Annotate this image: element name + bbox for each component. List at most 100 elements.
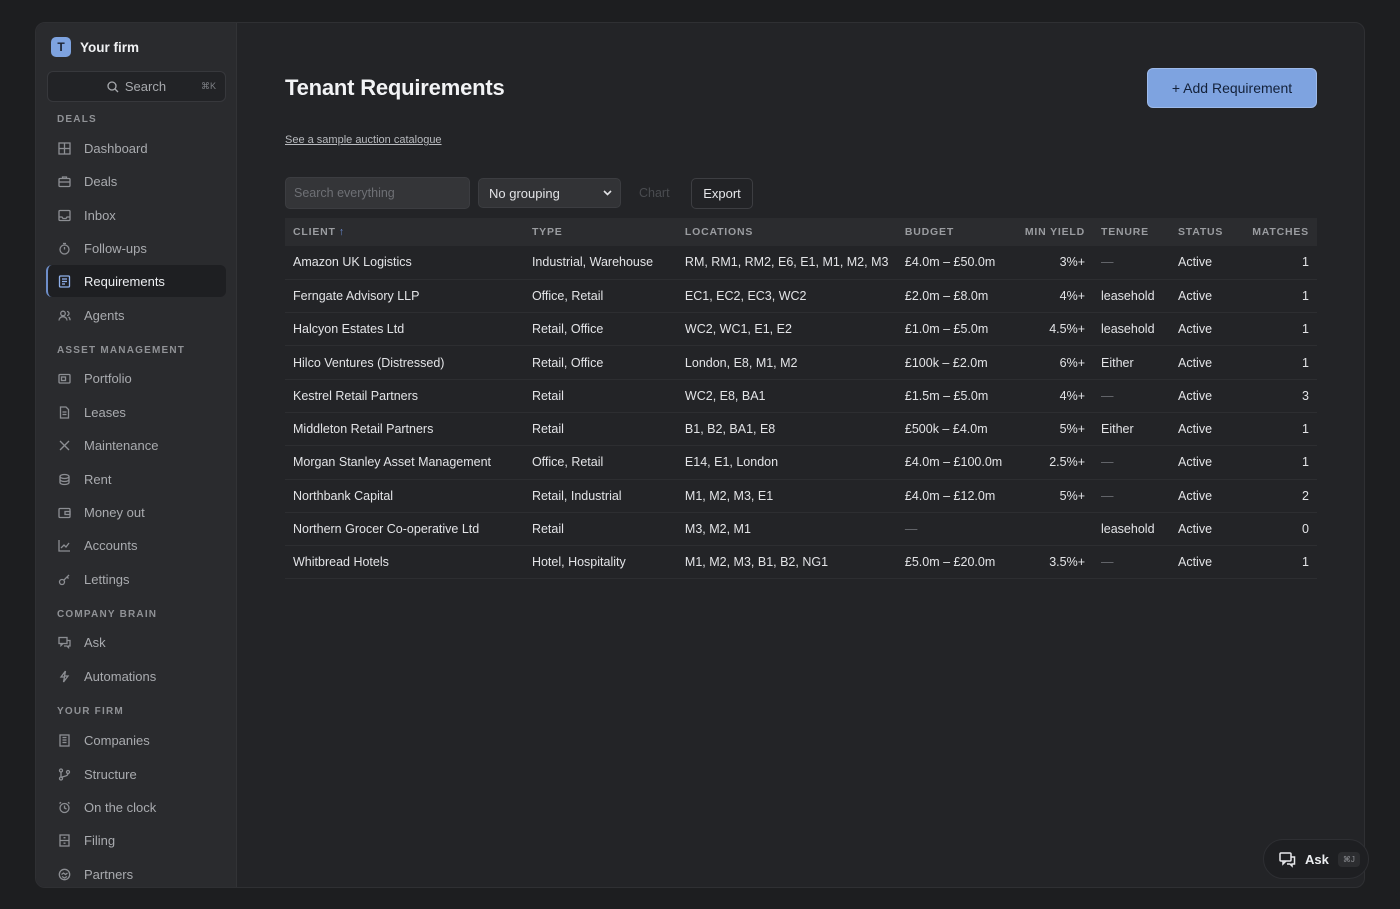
cell-client: Ferngate Advisory LLP: [285, 279, 524, 314]
cell-client: Middleton Retail Partners: [285, 412, 524, 447]
cell-locations: M1, M2, M3, E1: [676, 479, 897, 513]
table-row[interactable]: Halcyon Estates Ltd Retail, Office WC2, WC…: [285, 312, 1317, 347]
column-header-min-yield[interactable]: MIN YIELD: [1016, 218, 1093, 246]
sidebar-search[interactable]: Search ⌘K: [47, 71, 226, 102]
table-row[interactable]: Ferngate Advisory LLP Office, Retail EC1, …: [285, 279, 1317, 314]
column-header-matches[interactable]: MATCHES: [1233, 218, 1317, 246]
sidebar-item-inbox[interactable]: Inbox: [46, 199, 226, 231]
grouping-select[interactable]: No grouping: [478, 178, 621, 208]
clipboard-icon: [57, 274, 71, 288]
cell-min-yield: [1016, 512, 1093, 547]
brand-name: Your firm: [80, 39, 140, 55]
cell-locations: RM, RM1, RM2, E6, E1, M1, M2, M3: [676, 246, 897, 280]
sidebar-item-label: Filing: [84, 832, 116, 848]
chart-button[interactable]: Chart: [639, 186, 670, 200]
cell-type: Retail: [523, 379, 677, 413]
table-row[interactable]: Northern Grocer Co-operative Ltd Retail M3…: [285, 512, 1317, 547]
alarm-icon: [57, 800, 71, 814]
sidebar-item-label: Rent: [84, 471, 112, 487]
wallet-icon: [57, 505, 71, 519]
export-button[interactable]: Export: [691, 178, 753, 209]
sidebar-item-automations[interactable]: Automations: [46, 660, 226, 692]
sidebar-item-accounts[interactable]: Accounts: [46, 529, 226, 561]
cell-matches: 1: [1233, 445, 1317, 480]
sidebar-item-dashboard[interactable]: Dashboard: [46, 132, 226, 164]
sidebar-item-label: Requirements: [84, 273, 165, 289]
sidebar-item-structure[interactable]: Structure: [46, 758, 226, 790]
column-header-locations[interactable]: LOCATIONS: [676, 218, 897, 246]
cell-locations: London, E8, M1, M2: [676, 345, 897, 380]
cell-locations: E14, E1, London: [676, 445, 897, 480]
sidebar-item-label: Money out: [84, 504, 145, 520]
add-requirement-button[interactable]: + Add Requirement: [1147, 68, 1317, 108]
inbox-icon: [57, 208, 71, 222]
column-header-type[interactable]: TYPE: [523, 218, 677, 246]
sidebar-item-leases[interactable]: Leases: [46, 396, 226, 428]
sidebar-item-ask[interactable]: Ask: [46, 626, 226, 658]
cell-status: Active: [1169, 379, 1234, 413]
cell-status: Active: [1169, 246, 1234, 280]
cell-budget: £4.0m – £100.0m: [896, 445, 1017, 480]
sidebar-item-portfolio[interactable]: Portfolio: [46, 362, 226, 394]
column-header-status[interactable]: STATUS: [1169, 218, 1234, 246]
cell-tenure: —: [1093, 379, 1170, 413]
sidebar-item-label: Dashboard: [84, 140, 148, 156]
cell-client: Northern Grocer Co-operative Ltd: [285, 512, 524, 547]
main-content: Tenant Requirements + Add Requirement Se…: [237, 23, 1364, 887]
sidebar-item-lettings[interactable]: Lettings: [46, 563, 226, 595]
sidebar-item-requirements[interactable]: Requirements: [46, 265, 226, 297]
sidebar-item-filing[interactable]: Filing: [46, 824, 226, 856]
cell-locations: M3, M2, M1: [676, 512, 897, 547]
cell-matches: 3: [1233, 379, 1317, 413]
sidebar-item-money-out[interactable]: Money out: [46, 496, 226, 528]
chat-icon: [1279, 851, 1296, 868]
sidebar-item-follow-ups[interactable]: Follow-ups: [46, 232, 226, 264]
sidebar: T Your firm Search ⌘K DEALS ASSET MANAGE…: [36, 23, 237, 887]
cell-client: Kestrel Retail Partners: [285, 379, 524, 413]
cell-status: Active: [1169, 545, 1234, 580]
cell-matches: 1: [1233, 246, 1317, 280]
table-row[interactable]: Morgan Stanley Asset Management Office, R…: [285, 445, 1317, 480]
brand[interactable]: T Your firm: [51, 36, 139, 58]
sidebar-item-rent[interactable]: Rent: [46, 463, 226, 495]
search-input[interactable]: Search everything: [285, 177, 470, 209]
column-header-budget[interactable]: BUDGET: [896, 218, 1017, 246]
sidebar-item-partners[interactable]: Partners: [46, 858, 226, 887]
sidebar-search-shortcut: ⌘K: [200, 81, 216, 91]
table-row[interactable]: Kestrel Retail Partners Retail WC2, E8, BA…: [285, 379, 1317, 413]
cell-type: Retail, Office: [523, 345, 677, 380]
cell-min-yield: 4%+: [1016, 279, 1093, 314]
sample-catalogue-link[interactable]: See a sample auction catalogue: [285, 134, 442, 146]
column-header-client[interactable]: CLIENT ↑: [285, 218, 524, 246]
cell-budget: £4.0m – £12.0m: [896, 479, 1017, 513]
cell-min-yield: 4.5%+: [1016, 312, 1093, 347]
cell-min-yield: 6%+: [1016, 345, 1093, 380]
cell-locations: EC1, EC2, EC3, WC2: [676, 279, 897, 314]
sidebar-item-maintenance[interactable]: Maintenance: [46, 429, 226, 461]
key-icon: [57, 572, 71, 586]
cell-min-yield: 3.5%+: [1016, 545, 1093, 580]
ask-floating-button[interactable]: Ask ⌘J: [1263, 839, 1369, 879]
cell-matches: 1: [1233, 312, 1317, 347]
sidebar-item-agents[interactable]: Agents: [46, 299, 226, 331]
cell-budget: £2.0m – £8.0m: [896, 279, 1017, 314]
cell-budget: £100k – £2.0m: [896, 345, 1017, 380]
table-row[interactable]: Whitbread Hotels Hotel, Hospitality M1, M2…: [285, 545, 1317, 580]
column-header-tenure[interactable]: TENURE: [1093, 218, 1170, 246]
cell-status: Active: [1169, 412, 1234, 447]
cell-type: Hotel, Hospitality: [523, 545, 677, 580]
table-row[interactable]: Middleton Retail Partners Retail B1, B2, B…: [285, 412, 1317, 447]
cell-status: Active: [1169, 445, 1234, 480]
cell-type: Retail, Office: [523, 312, 677, 347]
sidebar-item-deals[interactable]: Deals: [46, 165, 226, 197]
sidebar-item-companies[interactable]: Companies: [46, 724, 226, 756]
table-row[interactable]: Northbank Capital Retail, Industrial M1, M…: [285, 479, 1317, 513]
cell-tenure: —: [1093, 479, 1170, 513]
table-row[interactable]: Hilco Ventures (Distressed) Retail, Offic…: [285, 345, 1317, 380]
cell-client: Hilco Ventures (Distressed): [285, 345, 524, 380]
sidebar-item-label: Follow-ups: [84, 240, 147, 256]
sidebar-item-on-the-clock[interactable]: On the clock: [46, 791, 226, 823]
document-icon: [57, 405, 71, 419]
table-row[interactable]: Amazon UK Logistics Industrial, Warehouse…: [285, 246, 1317, 280]
cell-status: Active: [1169, 512, 1234, 547]
